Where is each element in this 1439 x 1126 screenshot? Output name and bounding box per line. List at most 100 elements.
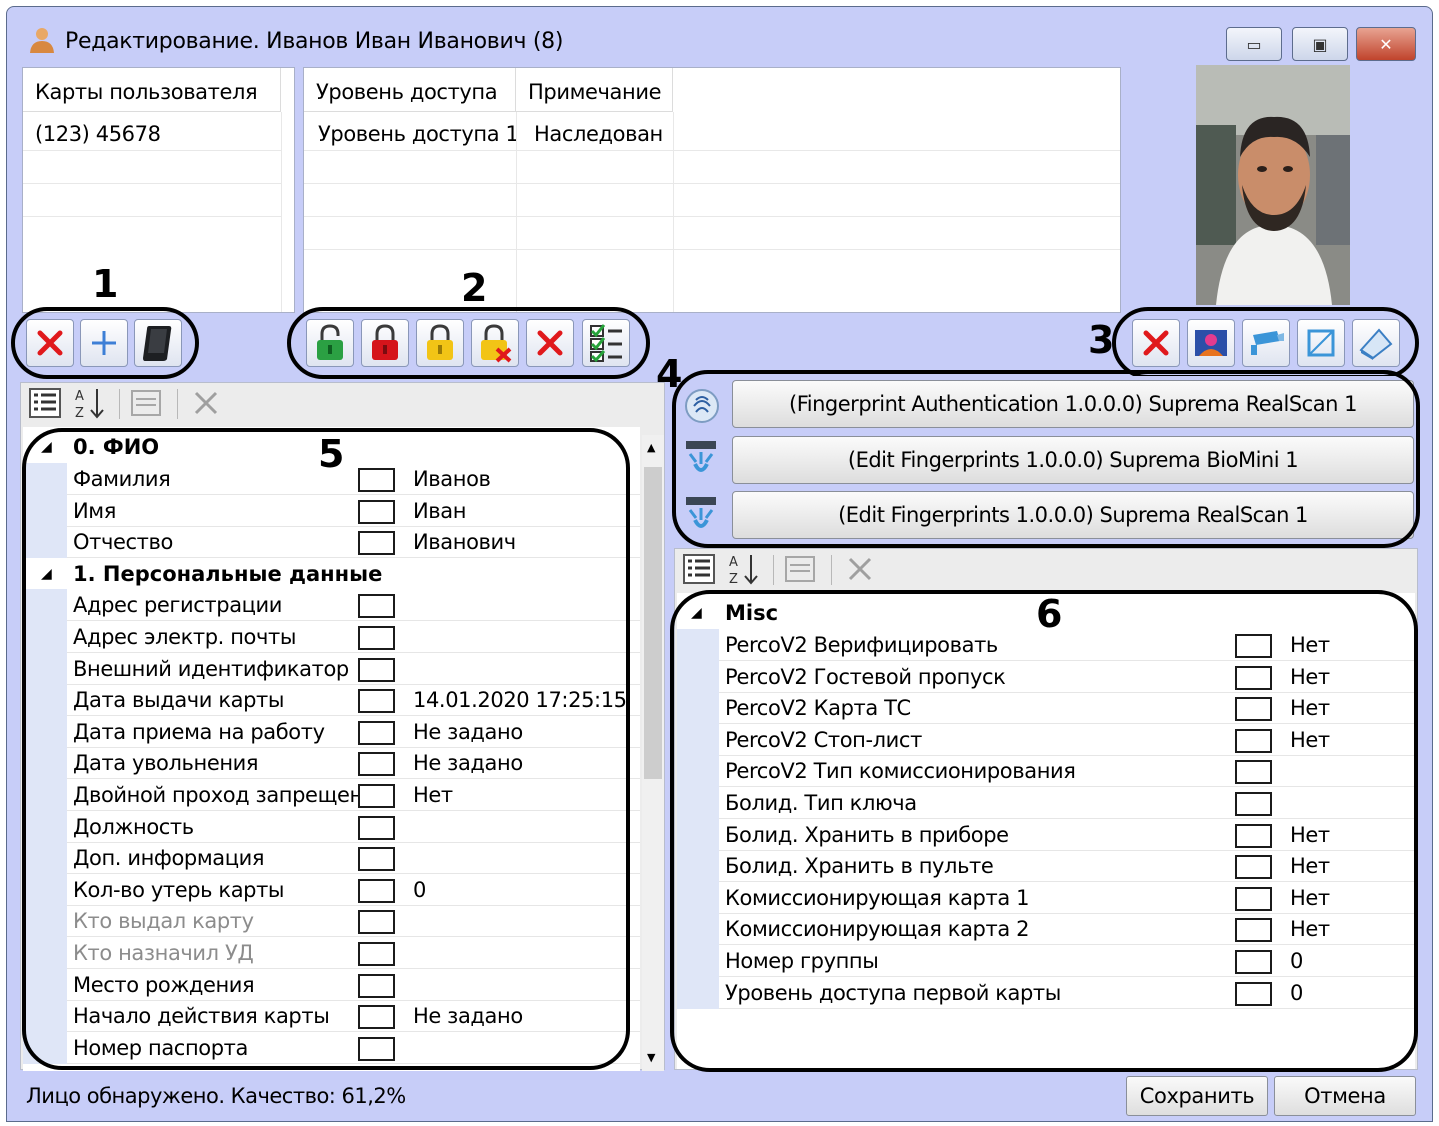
property-row[interactable]: Кто выдал карту [23,905,640,938]
property-checkbox[interactable] [358,815,395,840]
category-personal-data[interactable]: ◢ 1. Персональные данные [23,558,640,590]
property-checkbox[interactable] [358,942,395,966]
property-checkbox[interactable] [358,973,395,998]
scan-photo-button[interactable] [1352,319,1400,367]
property-checkbox[interactable] [1235,728,1272,753]
close-button[interactable]: ✕ [1356,27,1416,61]
property-checkbox[interactable] [1235,981,1272,1006]
property-row[interactable]: Дата приема на работу Не задано [23,715,640,748]
property-row[interactable]: Двойной проход запрещен Нет [23,779,640,811]
property-checkbox[interactable] [358,752,395,777]
property-row[interactable]: Адрес электр. почты [23,621,640,653]
cards-table[interactable]: Карты пользователя (123) 45678 [22,67,295,313]
property-row[interactable]: Номер группы 0 [677,945,1415,977]
save-button[interactable]: Сохранить [1126,1076,1268,1116]
crop-photo-button[interactable] [1297,319,1345,367]
property-checkbox[interactable] [1235,886,1272,911]
delete-photo-button[interactable] [1132,319,1180,367]
card-reader-button[interactable] [134,319,182,367]
select-access-levels-button[interactable] [582,319,630,367]
property-checkbox[interactable] [358,1005,395,1030]
property-checkbox[interactable] [1235,697,1272,722]
property-checkbox[interactable] [1235,665,1272,690]
block-access-button[interactable] [361,319,409,367]
remove-access-button[interactable] [471,319,519,367]
property-checkbox[interactable] [358,594,395,619]
scroll-down-icon[interactable]: ▼ [647,1051,655,1064]
property-pages-button[interactable] [125,383,167,423]
property-checkbox[interactable] [358,499,395,524]
camera-capture-button[interactable] [1242,319,1290,367]
property-value[interactable]: Нет [1290,886,1330,910]
property-checkbox[interactable] [358,531,395,556]
grant-access-button[interactable] [306,319,354,367]
categorized-view-button-right[interactable] [678,549,720,589]
property-row[interactable]: Болид. Хранить в пульте Нет [677,850,1415,883]
scroll-up-icon[interactable]: ▲ [647,441,655,454]
access-level-column-header[interactable]: Уровень доступа [304,68,516,112]
fingerprint-auth-realscan-button[interactable]: (Fingerprint Authentication 1.0.0.0) Sup… [732,380,1414,428]
clear-property-button-right[interactable] [839,549,881,589]
property-row[interactable]: Уровень доступа первой карты 0 [677,976,1415,1009]
right-grid-body[interactable]: ◢ Misc PercoV2 Верифицировать Нет PercoV2 … [677,593,1415,1069]
property-row[interactable]: Комиссионирующая карта 1 Нет [677,881,1415,914]
property-row[interactable]: Болид. Хранить в приборе Нет [677,818,1415,851]
property-checkbox[interactable] [358,784,395,808]
property-checkbox[interactable] [1235,918,1272,943]
property-value[interactable]: Нет [1290,696,1330,720]
property-row[interactable]: Должность [23,810,640,843]
property-value[interactable]: Нет [1290,728,1330,752]
card-number-cell[interactable]: (123) 45678 [35,122,161,146]
property-row[interactable]: Дата увольнения Не задано [23,747,640,780]
sort-alphabetical-button[interactable]: AZ [69,383,111,423]
delete-card-button[interactable] [26,319,74,367]
property-value[interactable]: 14.01.2020 17:25:15 [413,688,627,712]
property-row[interactable]: Имя Иван [23,494,640,527]
property-value[interactable]: Иван [413,499,466,523]
property-value[interactable]: Иванов [413,467,491,491]
property-checkbox[interactable] [358,910,395,935]
property-value[interactable]: Не задано [413,720,523,744]
property-checkbox[interactable] [358,847,395,872]
temporary-access-button[interactable] [416,319,464,367]
property-row[interactable]: Комиссионирующая карта 2 Нет [677,913,1415,946]
property-row[interactable]: PercoV2 Стоп-лист Нет [677,723,1415,756]
property-checkbox[interactable] [1235,855,1272,880]
property-row[interactable]: Номер паспорта [23,1031,640,1064]
collapse-arrow-icon[interactable]: ◢ [41,439,52,455]
property-row[interactable]: PercoV2 Тип комиссионирования [677,755,1415,788]
scrollbar-thumb[interactable] [644,467,662,779]
property-value[interactable]: 0 [413,878,426,902]
property-value[interactable]: Нет [1290,633,1330,657]
property-checkbox[interactable] [358,626,395,650]
property-row[interactable]: Адрес регистрации [23,589,640,622]
property-value[interactable]: Иванович [413,530,516,554]
clear-property-button[interactable] [185,383,227,423]
cancel-button[interactable]: Отмена [1274,1076,1416,1116]
property-value[interactable]: Нет [1290,823,1330,847]
property-row[interactable]: Место рождения [23,968,640,1001]
property-row[interactable]: Кол-во утерь карты 0 [23,873,640,906]
edit-fingerprints-realscan-button[interactable]: (Edit Fingerprints 1.0.0.0) Suprema Real… [732,491,1414,539]
property-checkbox[interactable] [1235,760,1272,785]
property-checkbox[interactable] [358,468,395,492]
add-card-button[interactable] [80,319,128,367]
property-pages-button-right[interactable] [779,549,821,589]
property-row[interactable]: Начало действия карты Не задано [23,1000,640,1033]
note-column-header[interactable]: Примечание [516,68,673,112]
property-value[interactable]: 0 [1290,949,1303,973]
property-value[interactable]: Нет [1290,665,1330,689]
property-checkbox[interactable] [1235,950,1272,974]
sort-alphabetical-button-right[interactable]: AZ [723,549,765,589]
property-row[interactable]: Болид. Тип ключа [677,787,1415,819]
property-checkbox[interactable] [1235,634,1272,658]
left-grid-body[interactable]: ◢ 0. ФИО Фамилия Иванов Имя Иван Отчество Ива… [23,427,640,1071]
property-row[interactable]: Дата выдачи карты 14.01.2020 17:25:15 [23,684,640,717]
property-value[interactable]: Нет [1290,854,1330,878]
categorized-view-button[interactable] [24,383,66,423]
delete-access-level-button[interactable] [526,319,574,367]
property-value[interactable]: Не задано [413,1004,523,1028]
property-row[interactable]: Кто назначил УД [23,937,640,969]
collapse-arrow-icon[interactable]: ◢ [41,566,52,582]
property-value[interactable]: Нет [413,783,453,807]
